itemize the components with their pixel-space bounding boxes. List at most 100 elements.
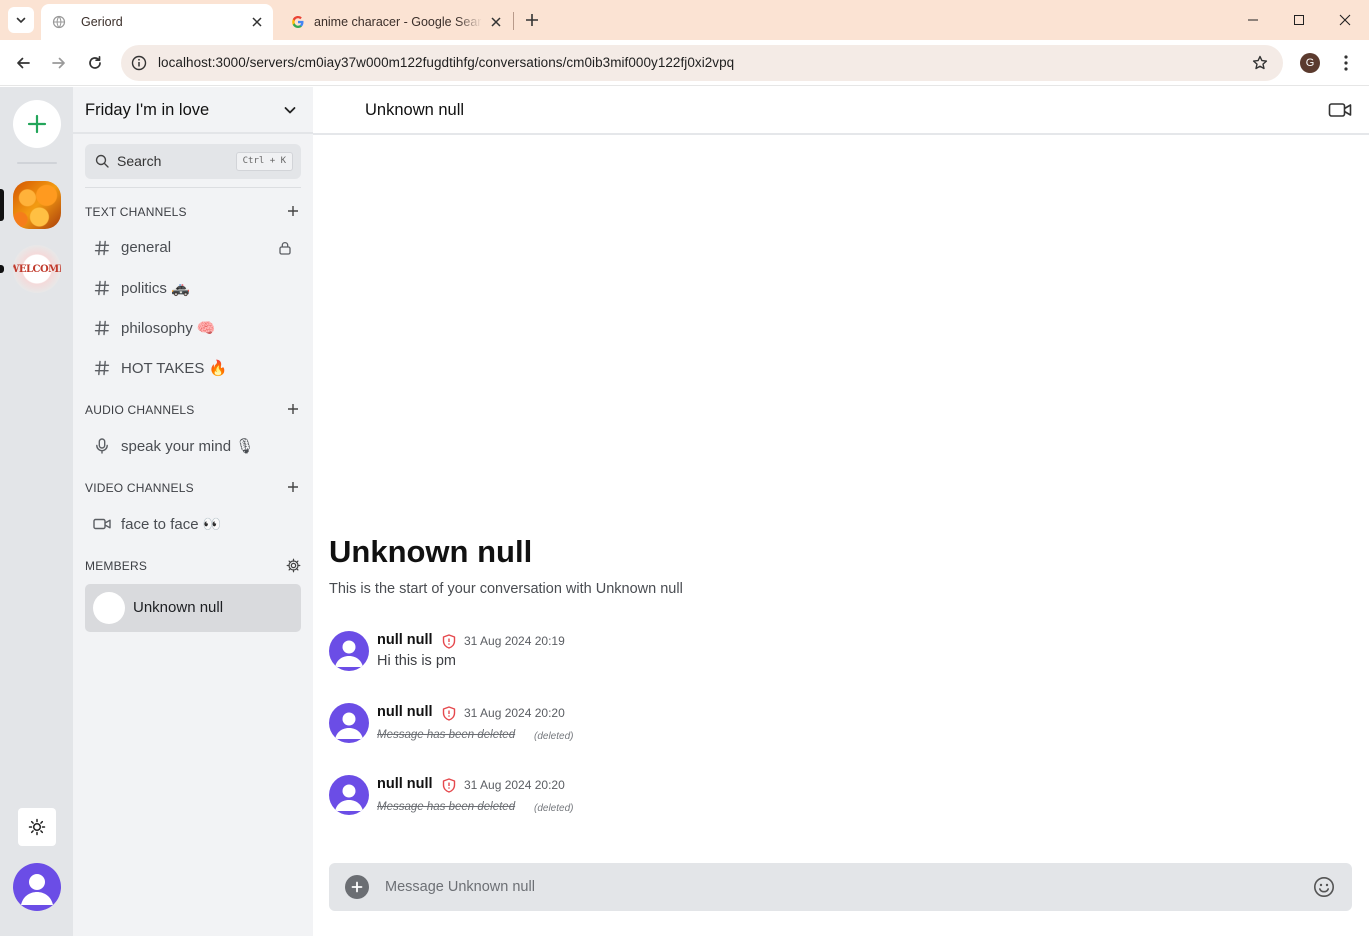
section-audio-channels: AUDIO CHANNELS xyxy=(85,401,301,419)
message-author[interactable]: null null xyxy=(377,776,433,792)
section-label: TEXT CHANNELS xyxy=(85,205,187,219)
server-name: Friday I'm in love xyxy=(85,101,210,119)
deleted-tag: (deleted) xyxy=(534,731,574,742)
google-icon xyxy=(290,14,306,30)
new-tab-button[interactable] xyxy=(520,8,544,32)
server-header[interactable]: Friday I'm in love xyxy=(73,87,313,134)
section-text-channels: TEXT CHANNELS xyxy=(85,203,301,221)
message-author[interactable]: null null xyxy=(377,704,433,720)
author-avatar[interactable] xyxy=(329,631,369,671)
channel-philosophy[interactable]: philosophy 🧠 xyxy=(85,310,301,346)
moderator-shield-icon xyxy=(441,633,457,649)
user-avatar[interactable] xyxy=(13,863,61,911)
message-input[interactable]: Message Unknown null xyxy=(385,879,535,895)
forward-button[interactable] xyxy=(45,49,73,77)
message-author[interactable]: null null xyxy=(377,632,433,648)
user-icon xyxy=(335,712,363,739)
channel-face-to-face[interactable]: face to face 👀 xyxy=(85,506,301,542)
server-rail: WELCOME xyxy=(0,87,73,936)
section-label: AUDIO CHANNELS xyxy=(85,403,195,417)
moderator-shield-icon xyxy=(441,705,457,721)
attach-button[interactable] xyxy=(345,875,369,899)
channel-hot-takes[interactable]: HOT TAKES 🔥 xyxy=(85,350,301,386)
server-icon-welcome[interactable]: WELCOME xyxy=(13,245,61,293)
message-timestamp: 31 Aug 2024 20:20 xyxy=(464,778,565,792)
channel-speak-your-mind[interactable]: speak your mind 🎙 xyxy=(85,428,301,464)
theme-toggle-button[interactable] xyxy=(18,808,56,846)
hashtag-icon xyxy=(93,279,111,297)
author-avatar[interactable] xyxy=(329,775,369,815)
add-channel-icon[interactable] xyxy=(285,401,301,417)
tab-title: Geriord xyxy=(81,15,123,29)
deleted-message-text: Message has been deleted xyxy=(377,801,516,813)
message-text: Hi this is pm xyxy=(377,653,456,669)
window-close-button[interactable] xyxy=(1330,6,1360,34)
reload-icon xyxy=(89,55,101,69)
active-server-indicator xyxy=(0,189,4,221)
url-text[interactable]: localhost:3000/servers/cm0iay37w000m122f… xyxy=(158,55,734,70)
tab-geriord[interactable]: Geriord xyxy=(41,4,273,40)
tab-google-search[interactable]: anime characer - Google Search xyxy=(280,4,512,40)
message[interactable]: null null 31 Aug 2024 20:20 Message has … xyxy=(329,775,1329,823)
add-server-button[interactable] xyxy=(13,100,61,148)
hashtag-icon xyxy=(93,239,111,257)
close-icon[interactable] xyxy=(488,14,504,30)
member-name: Unknown null xyxy=(133,599,224,616)
maximize-button[interactable] xyxy=(1284,6,1314,34)
channel-general[interactable]: general xyxy=(85,230,301,266)
video-call-icon[interactable] xyxy=(1327,100,1353,120)
close-icon xyxy=(1339,14,1351,26)
add-channel-icon[interactable] xyxy=(285,203,301,219)
sidebar-divider xyxy=(85,187,301,188)
plus-icon xyxy=(526,14,538,26)
plus-icon xyxy=(351,881,363,893)
unread-server-indicator xyxy=(0,265,4,273)
channel-name: politics 🚓 xyxy=(121,280,190,297)
author-avatar[interactable] xyxy=(329,703,369,743)
section-label: VIDEO CHANNELS xyxy=(85,481,194,495)
more-vertical-icon xyxy=(1344,55,1348,71)
minimize-icon xyxy=(1248,19,1258,21)
arrow-right-icon xyxy=(52,57,65,69)
tab-separator xyxy=(513,12,514,30)
microphone-icon xyxy=(93,437,111,455)
member-unknown-null[interactable]: Unknown null xyxy=(85,584,301,632)
browser-menu-button[interactable] xyxy=(1336,52,1356,74)
channel-politics[interactable]: politics 🚓 xyxy=(85,270,301,306)
search-button[interactable]: Search Ctrl + K xyxy=(85,144,301,179)
chevron-down-icon xyxy=(281,101,299,119)
minimize-button[interactable] xyxy=(1238,6,1268,34)
user-icon xyxy=(21,874,53,905)
welcome-title: Unknown null xyxy=(329,534,533,569)
message[interactable]: null null 31 Aug 2024 20:20 Message has … xyxy=(329,703,1329,751)
globe-icon xyxy=(51,14,67,30)
profile-avatar[interactable]: G xyxy=(1300,53,1320,73)
message[interactable]: null null 31 Aug 2024 20:19 Hi this is p… xyxy=(329,631,1329,679)
plus-icon xyxy=(27,114,47,134)
section-label: MEMBERS xyxy=(85,559,148,573)
channel-name: philosophy 🧠 xyxy=(121,320,216,337)
bookmark-star-icon[interactable] xyxy=(1251,54,1269,72)
section-members: MEMBERS xyxy=(85,557,301,575)
user-icon xyxy=(335,640,363,667)
site-info-icon[interactable] xyxy=(130,54,148,72)
address-bar[interactable]: localhost:3000/servers/cm0iay37w000m122f… xyxy=(121,45,1283,81)
app: WELCOME Friday I'm in love Search Ctrl +… xyxy=(0,87,1369,936)
settings-gear-icon[interactable] xyxy=(285,557,301,573)
tab-search-button[interactable] xyxy=(8,7,34,33)
maximize-icon xyxy=(1294,15,1304,25)
hashtag-icon xyxy=(93,359,111,377)
deleted-tag: (deleted) xyxy=(534,803,574,814)
message-composer[interactable]: Message Unknown null xyxy=(329,863,1352,911)
lock-icon xyxy=(277,240,293,256)
add-channel-icon[interactable] xyxy=(285,479,301,495)
sun-icon xyxy=(28,818,46,836)
smile-emoji-icon[interactable] xyxy=(1312,875,1336,899)
close-icon[interactable] xyxy=(249,14,265,30)
channel-name: speak your mind 🎙 xyxy=(121,438,255,455)
reload-button[interactable] xyxy=(81,49,109,77)
back-button[interactable] xyxy=(9,49,37,77)
channel-name: face to face 👀 xyxy=(121,516,222,533)
server-icon-flowers[interactable] xyxy=(13,181,61,229)
rail-divider xyxy=(17,162,57,164)
